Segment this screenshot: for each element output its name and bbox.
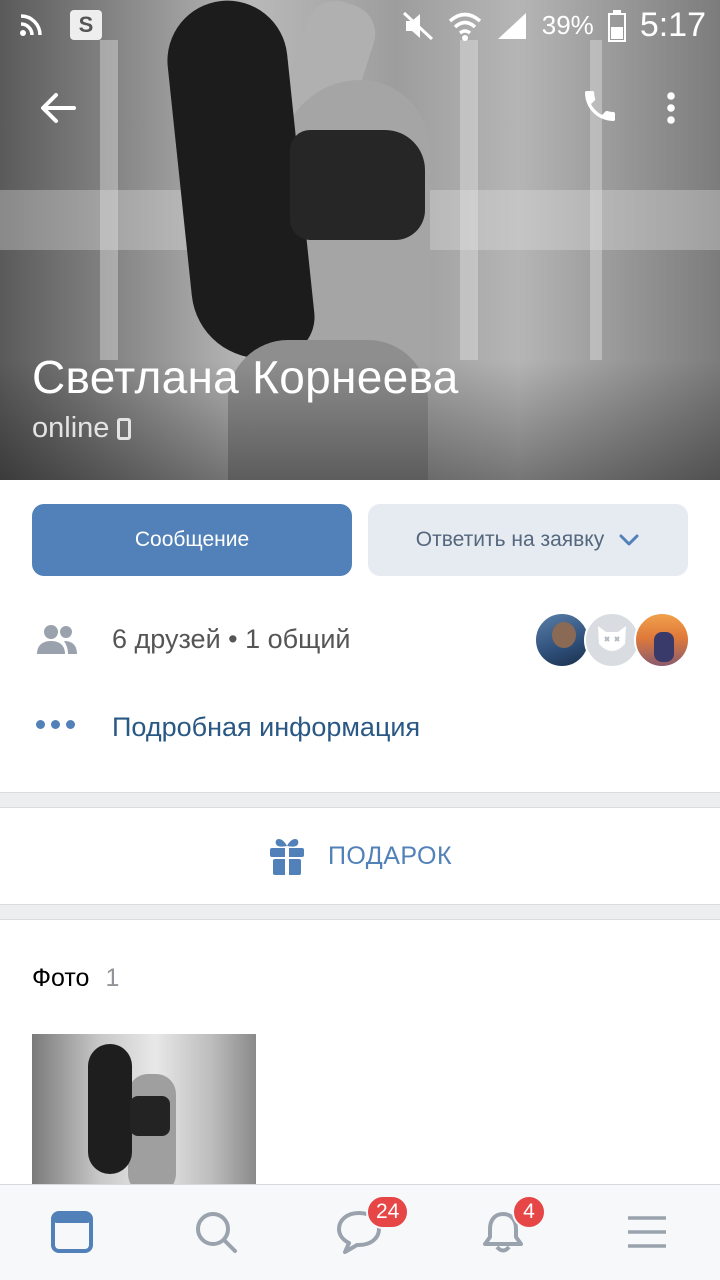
s-app-icon: S [70,10,102,40]
friends-icon [37,625,77,654]
wifi-signal-icon [20,14,42,36]
details-row[interactable]: Подробная информация [0,690,720,766]
avatar [534,612,590,668]
photo-thumbnail[interactable] [32,1034,256,1184]
messages-badge: 24 [366,1195,410,1229]
nav-messages[interactable]: 24 [334,1195,410,1257]
phone-icon [585,91,615,121]
newsfeed-icon [51,1211,93,1253]
online-status-text: online [32,412,110,444]
cover-photo-top [290,130,425,240]
profile-cover [0,0,720,480]
clock: 5:17 [639,6,706,44]
gift-button[interactable]: ПОДАРОК [0,808,720,904]
section-divider [0,792,720,808]
search-icon [196,1212,237,1253]
gift-label: ПОДАРОК [327,841,453,870]
message-button-label: Сообщение [134,528,250,551]
profile-name: Светлана Корнеева [32,351,459,403]
chevron-down-icon [619,534,639,546]
more-options-button[interactable] [656,86,686,130]
avatar [634,612,690,668]
battery-icon [607,9,626,42]
more-vertical-icon [667,92,675,124]
cell-signal-icon [497,12,526,39]
back-button[interactable] [36,86,80,130]
more-horizontal-icon [36,720,76,734]
message-button[interactable]: Сообщение [32,504,352,576]
friends-count-text: 6 друзей • 1 общий [112,624,351,654]
deactivated-dog-icon [598,626,626,651]
mutual-friends-avatars[interactable] [534,612,694,670]
photos-section-header[interactable]: Фото 1 [32,964,119,993]
profile-toolbar [0,80,720,136]
gift-icon [269,839,304,875]
avatar [584,612,640,668]
notifications-badge: 4 [512,1195,546,1229]
friends-row[interactable]: 6 друзей • 1 общий [0,600,720,682]
photo-figure-hair [88,1044,132,1174]
battery-percent: 39% [541,10,594,40]
online-status: online [32,412,132,445]
section-divider [0,904,720,920]
status-bar: S 39% 5:17 [0,0,720,52]
nav-search[interactable] [191,1207,241,1257]
hamburger-menu-icon [628,1216,666,1248]
photos-count: 1 [105,964,120,992]
arrow-left-icon [41,93,76,123]
nav-menu[interactable] [622,1207,672,1257]
mobile-device-icon [117,417,132,440]
nav-notifications[interactable]: 4 [478,1195,546,1257]
photos-title: Фото [32,964,90,992]
wifi-icon [448,12,481,41]
reply-request-label: Ответить на заявку [415,528,605,551]
details-link[interactable]: Подробная информация [112,712,420,743]
bottom-navigation: 24 4 [0,1184,720,1280]
nav-news[interactable] [47,1207,97,1257]
call-button[interactable] [580,86,624,130]
reply-request-button[interactable]: Ответить на заявку [368,504,688,576]
photo-figure-top [130,1096,170,1136]
muted-icon [402,11,433,40]
